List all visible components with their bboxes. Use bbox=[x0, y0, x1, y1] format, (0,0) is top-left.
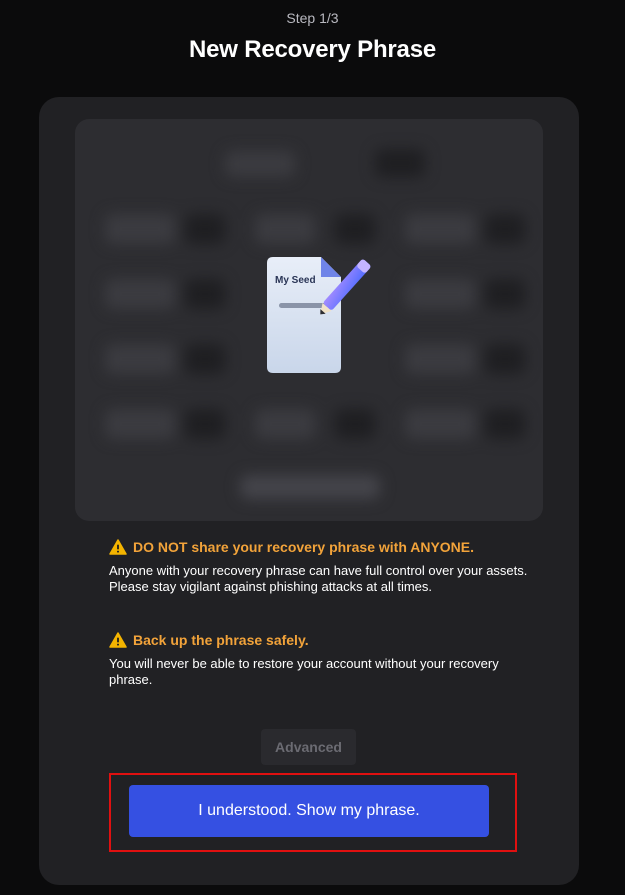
blurred-phrase-preview: My Seed bbox=[75, 119, 543, 521]
advanced-button[interactable]: Advanced bbox=[261, 729, 356, 765]
warning-triangle-icon bbox=[109, 539, 127, 555]
recovery-card: My Seed DO NOT share your recovery phras… bbox=[39, 97, 579, 885]
warning-no-share-head: DO NOT share your recovery phrase with A… bbox=[109, 539, 529, 555]
step-indicator: Step 1/3 bbox=[286, 10, 339, 26]
warning-backup-body: You will never be able to restore your a… bbox=[109, 656, 499, 687]
seed-document-pencil-icon: My Seed bbox=[265, 251, 375, 381]
seed-icon-label: My Seed bbox=[275, 275, 316, 286]
show-phrase-button[interactable]: I understood. Show my phrase. bbox=[129, 785, 489, 837]
warning-triangle-icon bbox=[109, 632, 127, 648]
warning-backup-title: Back up the phrase safely. bbox=[133, 632, 309, 648]
warning-backup-head: Back up the phrase safely. bbox=[109, 632, 529, 648]
page-title: New Recovery Phrase bbox=[188, 36, 436, 63]
warning-no-share: DO NOT share your recovery phrase with A… bbox=[109, 539, 529, 595]
warning-backup: Back up the phrase safely. You will neve… bbox=[109, 632, 529, 688]
warning-no-share-title: DO NOT share your recovery phrase with A… bbox=[133, 539, 475, 555]
warning-no-share-body: Anyone with your recovery phrase can hav… bbox=[109, 563, 528, 594]
recovery-phrase-page: Step 1/3 New Recovery Phrase My Seed DO … bbox=[0, 0, 625, 895]
